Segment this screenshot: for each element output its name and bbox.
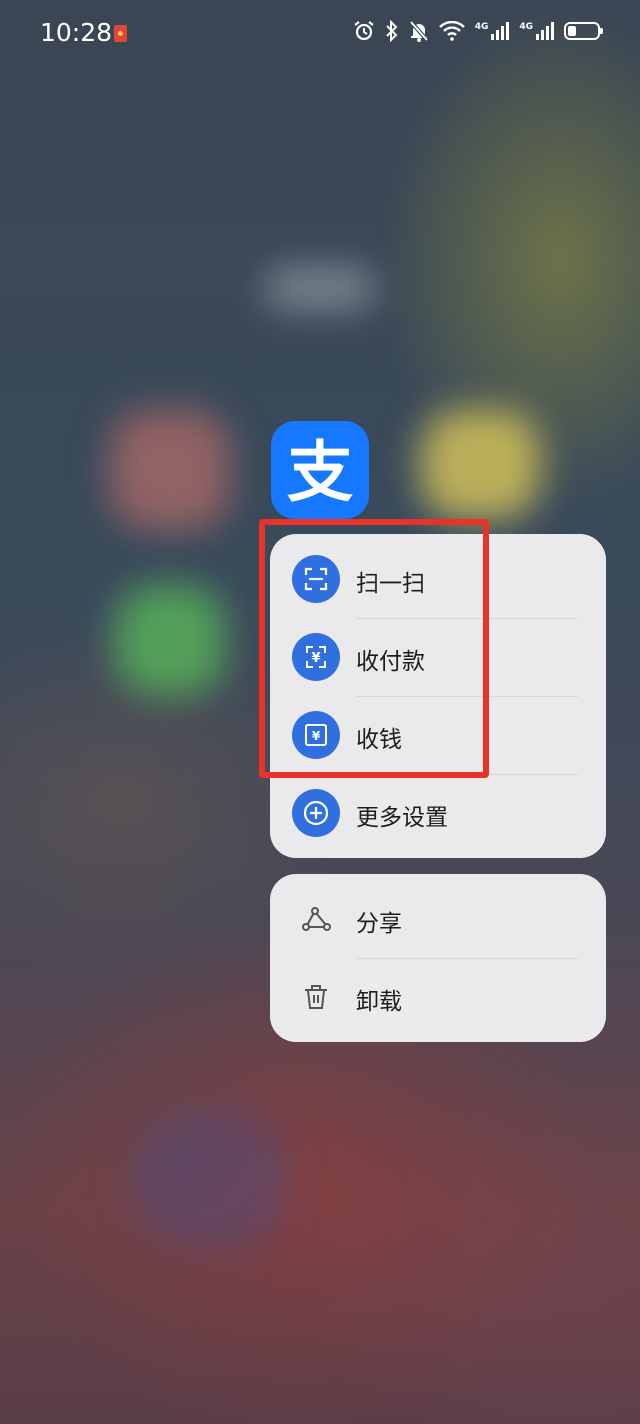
alipay-app-icon[interactable]: 支 (271, 421, 369, 519)
blurred-app-icon (110, 410, 230, 530)
menu-item-label: 卸载 (356, 989, 402, 1015)
menu-item-more-settings[interactable]: 更多设置 (270, 774, 606, 852)
notification-redpacket-icon (114, 25, 127, 42)
signal-4g-icon: 4G (519, 22, 554, 40)
menu-item-label: 更多设置 (356, 805, 448, 831)
status-bar: 10:28 4G 4G (0, 0, 640, 70)
menu-item-uninstall[interactable]: 卸载 (270, 958, 606, 1036)
signal-4g-icon: 4G (475, 22, 510, 40)
red-highlight-annotation (259, 519, 489, 778)
blurred-app-icon (420, 410, 540, 520)
menu-item-label: 分享 (356, 911, 402, 937)
system-shortcut-menu: 分享 卸载 (270, 874, 606, 1042)
trash-icon (292, 973, 340, 1021)
blurred-app-icon (130, 1110, 290, 1250)
alipay-logo-icon: 支 (287, 434, 353, 511)
status-icons: 4G 4G (353, 20, 603, 42)
bluetooth-icon (385, 20, 398, 42)
blurred-app-icon (115, 585, 225, 695)
status-time: 10:28 (40, 18, 113, 47)
mute-bell-icon (409, 20, 429, 42)
battery-icon (564, 22, 603, 40)
plus-circle-icon (292, 789, 340, 837)
menu-item-share[interactable]: 分享 (270, 880, 606, 958)
share-icon (292, 895, 340, 943)
blurred-folder-label (265, 268, 375, 308)
wifi-icon (438, 21, 465, 41)
alarm-icon (354, 21, 374, 41)
svg-text:支: 支 (287, 434, 353, 511)
